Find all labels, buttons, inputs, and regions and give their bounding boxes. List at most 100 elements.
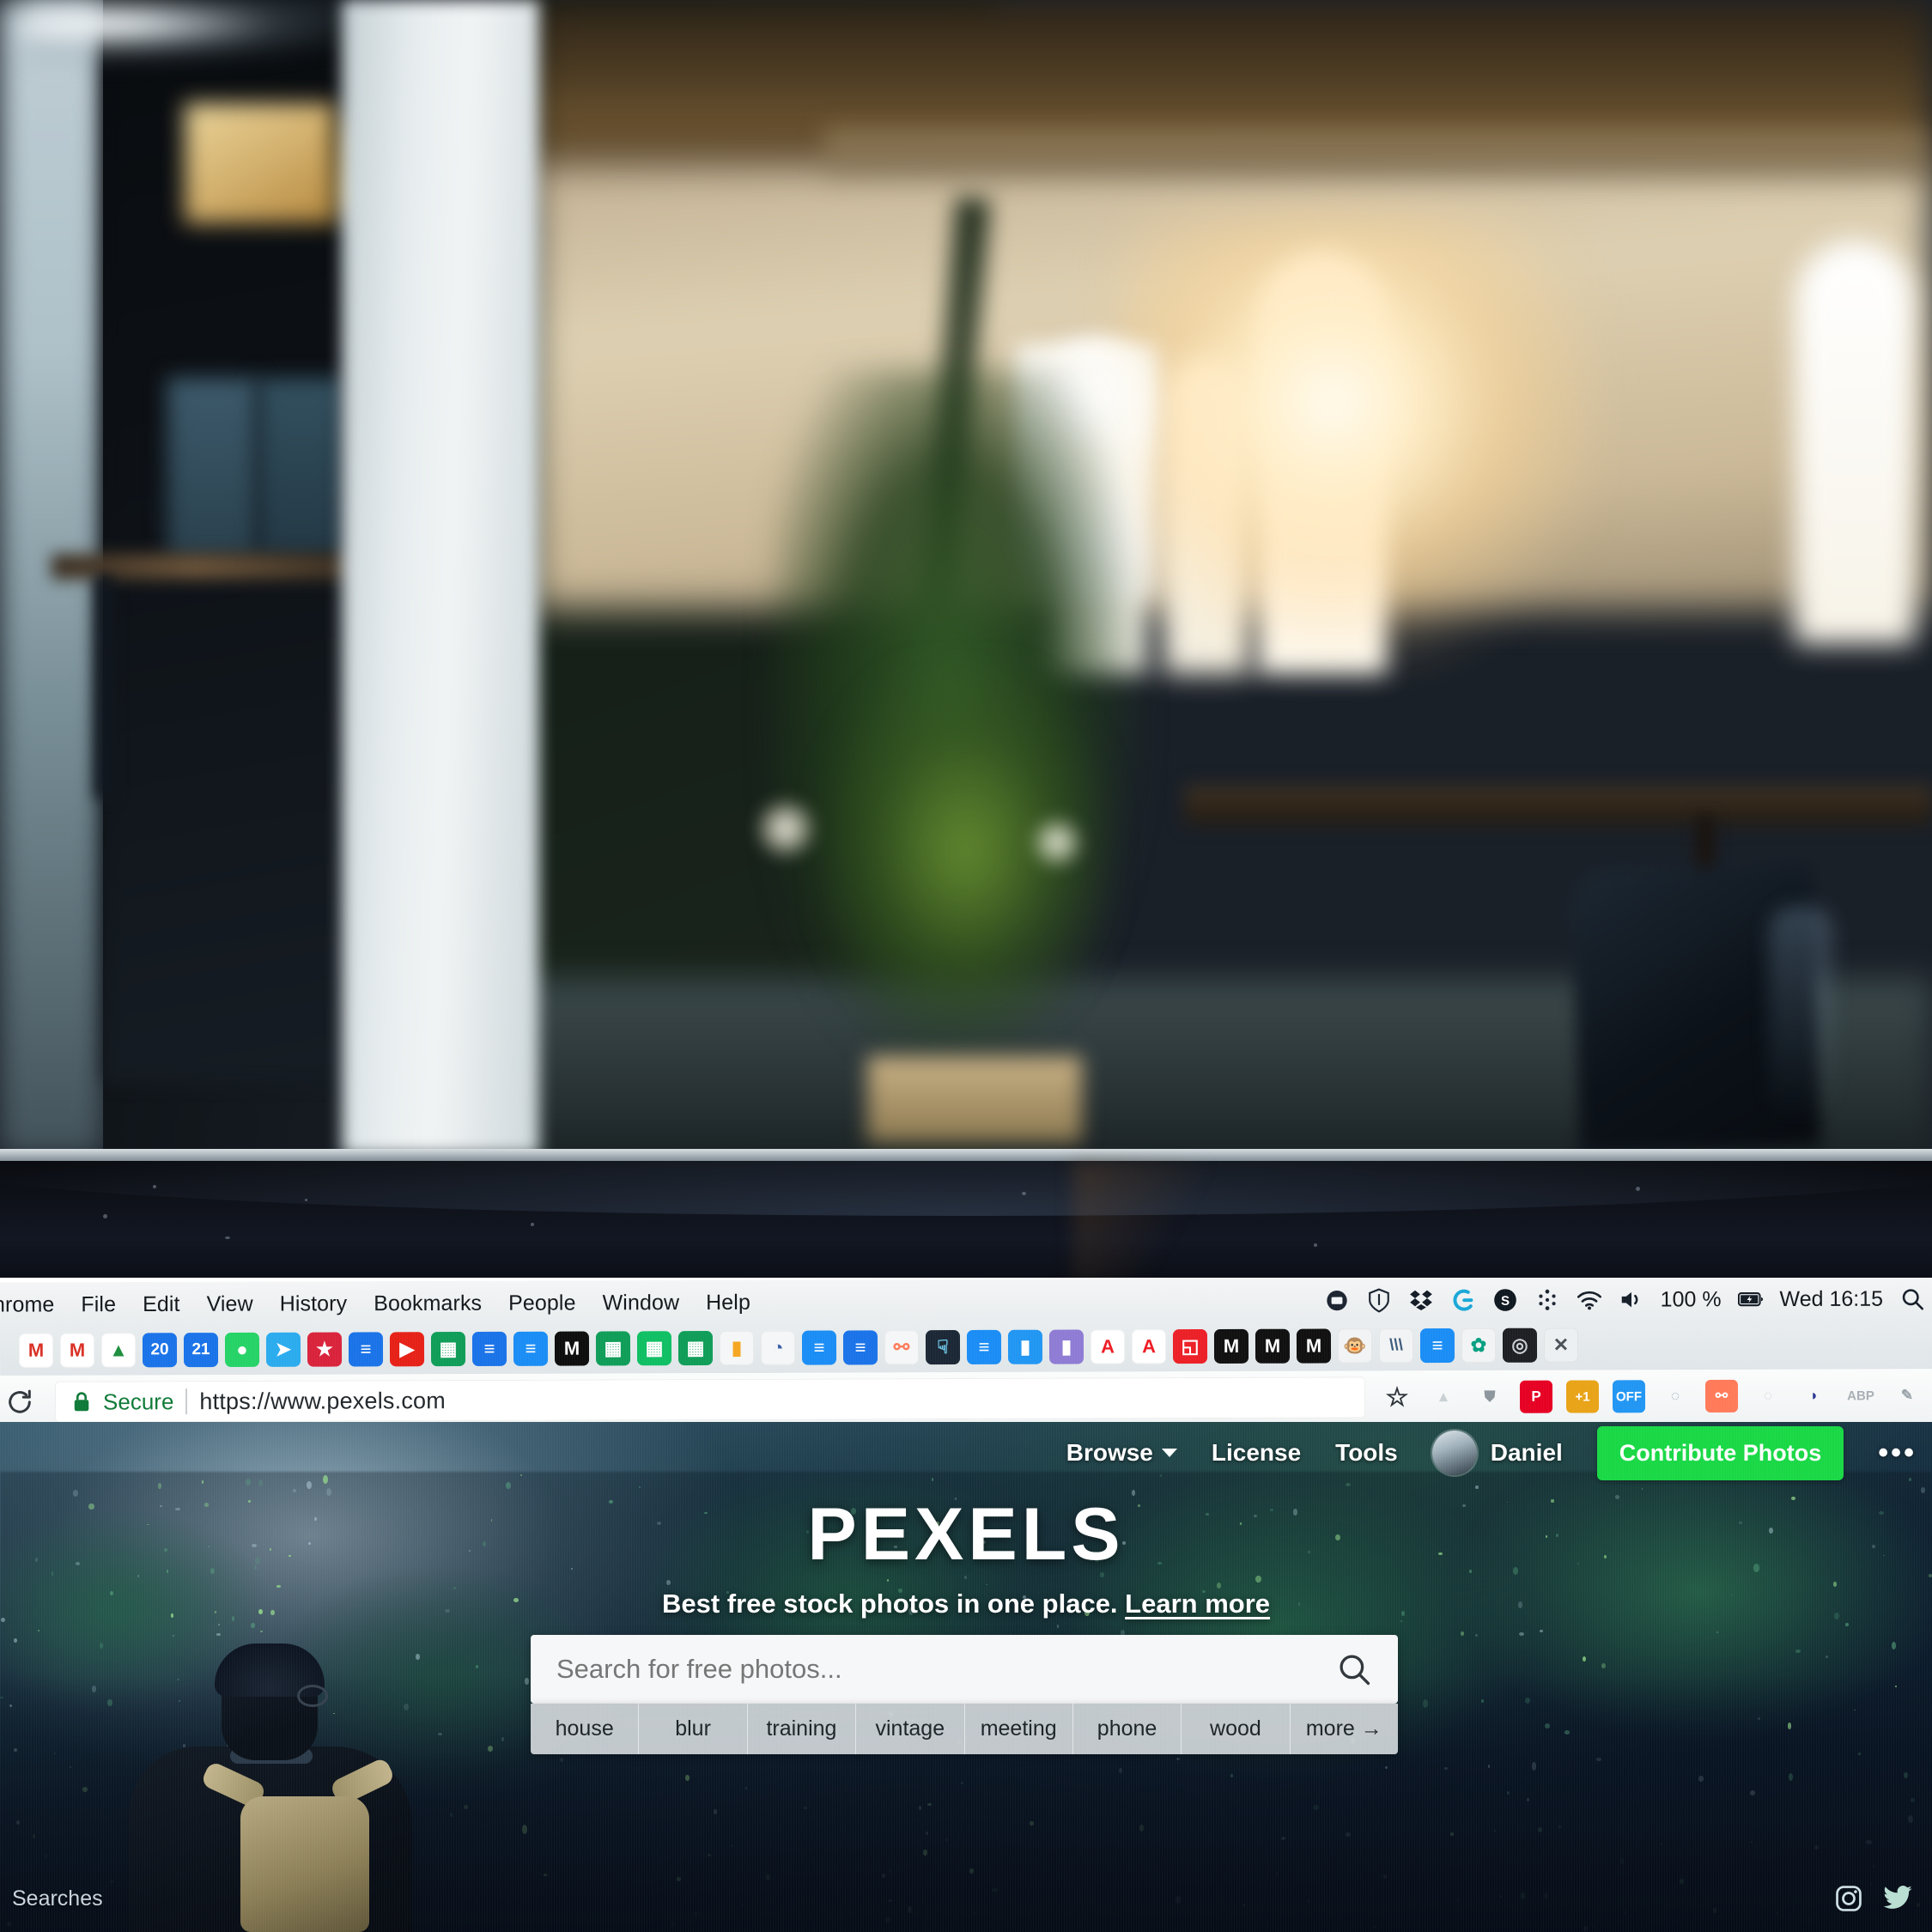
search-tag-phone[interactable]: phone xyxy=(1073,1704,1182,1754)
menu-item-bookmarks[interactable]: Bookmarks xyxy=(374,1291,482,1315)
google-docs-2-bookmark[interactable]: ≡ xyxy=(471,1331,507,1367)
calendar-20-bookmark[interactable]: 20 xyxy=(142,1333,178,1368)
menu-item-hrome[interactable]: hrome xyxy=(0,1292,54,1317)
menu-item-history[interactable]: History xyxy=(280,1291,348,1316)
bluetooth-icon[interactable] xyxy=(1534,1287,1560,1313)
search-icon[interactable] xyxy=(1336,1651,1372,1687)
menu-item-view[interactable]: View xyxy=(207,1291,253,1316)
shield-extension[interactable]: ⛊ xyxy=(1473,1381,1506,1413)
adobe-bookmark[interactable]: A xyxy=(1090,1329,1126,1364)
honey-extension[interactable]: ◗ xyxy=(1798,1379,1831,1412)
search-input[interactable] xyxy=(556,1654,1336,1685)
nav-browse[interactable]: Browse xyxy=(1066,1439,1177,1467)
reload-icon[interactable] xyxy=(5,1388,34,1417)
backpack xyxy=(240,1796,369,1932)
adblock-plus-extension[interactable]: ABP xyxy=(1844,1379,1877,1412)
back-counter xyxy=(1185,786,1932,824)
chart-blue-bookmark[interactable]: ▮ xyxy=(1007,1329,1043,1364)
url-text[interactable]: https://www.pexels.com xyxy=(199,1388,446,1415)
search-tag-house[interactable]: house xyxy=(531,1704,640,1754)
note-edit-extension[interactable]: ✎ xyxy=(1891,1379,1923,1412)
pocket-bookmark[interactable]: ★ xyxy=(307,1332,343,1367)
plus-one-extension[interactable]: +1 xyxy=(1565,1380,1600,1413)
google-docs-4-bookmark[interactable]: ≡ xyxy=(801,1330,837,1365)
close-tab-bookmark[interactable]: ✕ xyxy=(1543,1327,1579,1363)
pinterest-extension[interactable]: P xyxy=(1519,1380,1553,1413)
wifi-icon[interactable] xyxy=(1577,1287,1602,1313)
battery-percent: 100 % xyxy=(1660,1286,1722,1311)
off-toggle-extension[interactable]: OFF xyxy=(1612,1380,1646,1413)
pdf-bookmark[interactable]: ◱ xyxy=(1172,1329,1208,1364)
magnifier-extension[interactable]: ◌ xyxy=(1659,1380,1692,1413)
bookmark-star-icon[interactable]: ☆ xyxy=(1381,1381,1413,1413)
medium-bookmark[interactable]: M xyxy=(554,1331,590,1366)
instagram-icon[interactable] xyxy=(1834,1884,1863,1913)
google-sheets-3-bookmark[interactable]: ▦ xyxy=(636,1331,672,1366)
google-docs-bookmark[interactable]: ≡ xyxy=(348,1332,384,1367)
medium-3-bookmark[interactable]: M xyxy=(1255,1328,1291,1364)
nav-tools[interactable]: Tools xyxy=(1335,1439,1398,1467)
menu-item-help[interactable]: Help xyxy=(706,1290,750,1315)
hubspot-bookmark[interactable]: ⚯ xyxy=(884,1330,920,1365)
search-tag-blur[interactable]: blur xyxy=(639,1704,748,1754)
pexels-bookmark[interactable]: ✿ xyxy=(1461,1327,1497,1363)
search-box[interactable] xyxy=(531,1635,1398,1704)
whatsapp-bookmark[interactable]: ● xyxy=(224,1332,260,1368)
google-sheets-4-bookmark[interactable]: ▦ xyxy=(677,1331,714,1366)
youtube-bookmark[interactable]: ▶ xyxy=(389,1332,425,1367)
mailchimp-bookmark[interactable]: 🐵 xyxy=(1337,1328,1373,1364)
chevron-down-icon xyxy=(1161,1449,1177,1457)
search-tag-meeting[interactable]: meeting xyxy=(965,1704,1073,1754)
battery-charging-icon[interactable] xyxy=(1737,1286,1763,1312)
aperture-bookmark[interactable]: ◎ xyxy=(1502,1327,1538,1363)
google-sheets-2-bookmark[interactable]: ▦ xyxy=(595,1331,631,1366)
ghost-extension[interactable]: ◌ xyxy=(1752,1380,1784,1413)
telegram-bookmark[interactable]: ➤ xyxy=(265,1332,301,1367)
omnibox[interactable]: Secure https://www.pexels.com xyxy=(54,1376,1366,1423)
overflow-menu-icon[interactable]: ••• xyxy=(1878,1437,1917,1470)
bokeh-light-1 xyxy=(756,799,816,859)
google-drive-bookmark[interactable]: ▲ xyxy=(100,1333,137,1368)
menu-item-edit[interactable]: Edit xyxy=(143,1291,180,1316)
dropbox-icon[interactable] xyxy=(1408,1287,1434,1313)
spotlight-search-icon[interactable] xyxy=(1899,1285,1925,1311)
secure-label: Secure xyxy=(102,1388,174,1415)
google-docs-5-bookmark[interactable]: ≡ xyxy=(842,1330,878,1365)
menu-item-file[interactable]: File xyxy=(81,1292,116,1317)
adobe-2-bookmark[interactable]: A xyxy=(1131,1329,1167,1364)
logitech-icon[interactable] xyxy=(1450,1287,1476,1313)
search-tag-vintage[interactable]: vintage xyxy=(856,1704,965,1754)
google-analytics-bookmark[interactable]: ▮ xyxy=(719,1330,755,1366)
medium-4-bookmark[interactable]: M xyxy=(1296,1328,1332,1364)
chart-purple-bookmark[interactable]: ▮ xyxy=(1048,1329,1084,1364)
skype-icon[interactable]: S xyxy=(1492,1287,1518,1313)
avatar xyxy=(1431,1431,1477,1475)
user-menu[interactable]: Daniel xyxy=(1431,1431,1563,1475)
cursor-tool-bookmark[interactable]: ☟ xyxy=(925,1330,961,1365)
bokeh-light-2 xyxy=(1030,816,1084,869)
search-console-bookmark[interactable]: ◔ xyxy=(760,1330,796,1365)
volume-icon[interactable] xyxy=(1619,1287,1644,1313)
contribute-photos-button[interactable]: Contribute Photos xyxy=(1596,1425,1844,1480)
menu-item-window[interactable]: Window xyxy=(603,1291,680,1315)
search-tag-wood[interactable]: wood xyxy=(1182,1704,1291,1754)
google-docs-6-bookmark[interactable]: ≡ xyxy=(966,1329,1002,1364)
menu-item-people[interactable]: People xyxy=(508,1291,576,1315)
google-drive-extension[interactable]: ▲ xyxy=(1427,1381,1460,1413)
screen-share-icon[interactable] xyxy=(1324,1288,1350,1314)
google-docs-7-bookmark[interactable]: ≡ xyxy=(1419,1328,1455,1364)
learn-more-link[interactable]: Learn more xyxy=(1125,1589,1270,1619)
hubspot-extension[interactable]: ⚯ xyxy=(1704,1379,1739,1413)
search-tag-training[interactable]: training xyxy=(748,1704,857,1754)
gmail-alt-bookmark[interactable]: M xyxy=(59,1333,95,1368)
steemit-bookmark[interactable]: \\\ xyxy=(1378,1328,1414,1364)
vpn-shield-icon[interactable] xyxy=(1366,1287,1392,1313)
gmail-bookmark[interactable]: M xyxy=(18,1333,54,1368)
calendar-21-bookmark[interactable]: 21 xyxy=(183,1333,219,1368)
google-docs-3-bookmark[interactable]: ≡ xyxy=(513,1331,549,1366)
google-sheets-bookmark[interactable]: ▦ xyxy=(430,1332,466,1367)
nav-license[interactable]: License xyxy=(1212,1439,1301,1467)
medium-2-bookmark[interactable]: M xyxy=(1213,1328,1249,1364)
search-tag-more[interactable]: more → xyxy=(1291,1704,1398,1754)
twitter-icon[interactable] xyxy=(1882,1884,1913,1913)
